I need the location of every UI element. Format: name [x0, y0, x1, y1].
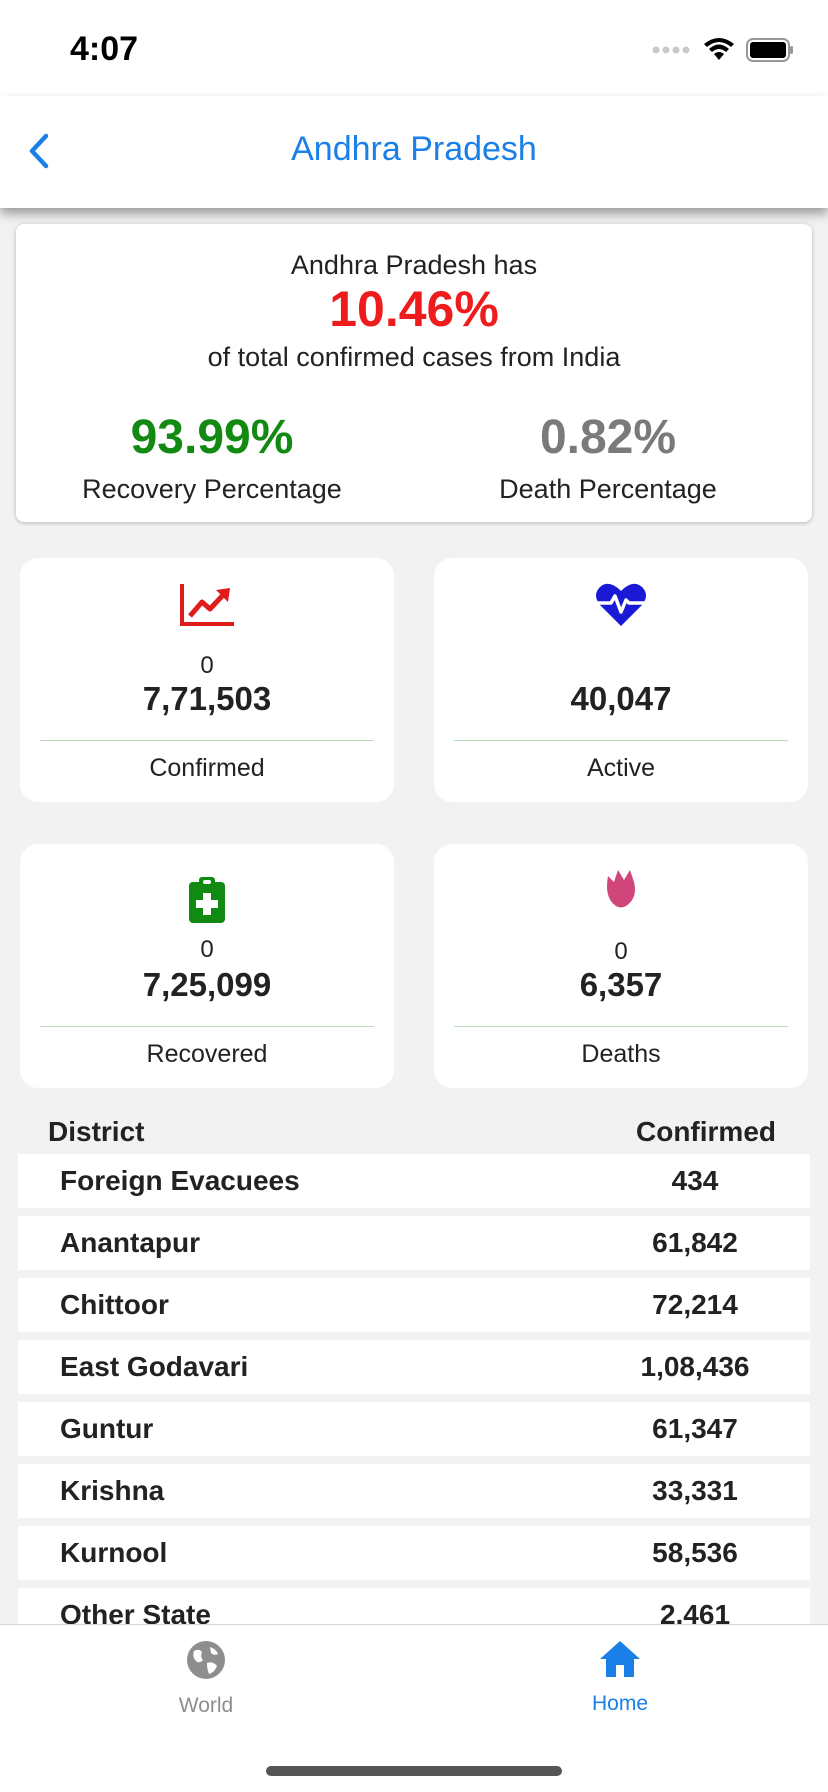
house-icon	[600, 1641, 640, 1677]
table-row[interactable]: Anantapur 61,842	[18, 1216, 810, 1270]
district-confirmed: 1,08,436	[640, 1351, 750, 1382]
cellular-signal-icon	[652, 46, 690, 54]
confirmed-card: 0 7,71,503 Confirmed	[20, 558, 394, 802]
share-of-india-percent: 10.46%	[329, 281, 499, 337]
deaths-label: Deaths	[581, 1040, 661, 1068]
district-name: Other State	[60, 1599, 211, 1624]
recovered-delta: 0	[200, 936, 214, 963]
tab-home-label: Home	[591, 1692, 649, 1715]
district-column-header: District	[48, 1116, 145, 1147]
navigation-bar: Andhra Pradesh	[0, 96, 828, 208]
table-row[interactable]: Kurnool 58,536	[18, 1526, 810, 1580]
district-confirmed: 72,214	[652, 1289, 738, 1320]
wifi-icon	[704, 38, 734, 60]
deaths-delta: 0	[614, 938, 628, 965]
divider	[40, 740, 374, 741]
recovered-value: 7,25,099	[142, 966, 272, 1003]
tab-home[interactable]: Home	[520, 1639, 720, 1716]
confirmed-delta: 0	[200, 652, 214, 679]
table-row[interactable]: Foreign Evacuees 434	[18, 1154, 810, 1208]
tab-world[interactable]: World	[106, 1639, 306, 1718]
district-confirmed: 61,842	[652, 1227, 738, 1258]
recovery-percent: 93.99%	[130, 411, 294, 464]
recovery-label: Recovery Percentage	[82, 474, 342, 504]
district-name: Guntur	[60, 1413, 154, 1444]
state-summary-card: Andhra Pradesh has 10.46% of total confi…	[16, 224, 812, 522]
district-confirmed: 61,347	[652, 1413, 738, 1444]
status-time: 4:07	[70, 30, 139, 68]
district-name: Krishna	[60, 1475, 165, 1506]
death-label: Death Percentage	[499, 474, 717, 504]
district-table-header: District Confirmed	[48, 1116, 776, 1148]
district-name: Kurnool	[60, 1537, 168, 1568]
confirmed-column-header: Confirmed	[636, 1116, 776, 1147]
summary-intro: Andhra Pradesh has	[290, 250, 538, 280]
status-bar: 4:07	[0, 0, 828, 96]
district-confirmed: 434	[671, 1165, 719, 1196]
table-row[interactable]: East Godavari 1,08,436	[18, 1340, 810, 1394]
status-icons	[652, 36, 794, 64]
recovered-card: 0 7,25,099 Recovered	[20, 844, 394, 1088]
district-name: Anantapur	[60, 1227, 200, 1258]
recovered-label: Recovered	[146, 1040, 268, 1068]
table-row[interactable]: Chittoor 72,214	[18, 1278, 810, 1332]
recovery-percentage-block: 93.99% Recovery Percentage	[32, 414, 392, 505]
trend-up-icon	[180, 584, 234, 626]
active-label: Active	[586, 754, 656, 782]
active-card: 40,047 Active	[434, 558, 808, 802]
battery-icon	[746, 38, 793, 62]
divider	[454, 740, 788, 741]
district-confirmed: 58,536	[652, 1537, 738, 1568]
divider	[40, 1026, 374, 1027]
table-row[interactable]: Guntur 61,347	[18, 1402, 810, 1456]
rose-icon	[607, 870, 635, 908]
table-row[interactable]: Other State 2,461	[18, 1588, 810, 1624]
deaths-value: 6,357	[579, 966, 663, 1003]
heartbeat-icon	[596, 583, 646, 626]
table-row[interactable]: Krishna 33,331	[18, 1464, 810, 1518]
death-percentage-block: 0.82% Death Percentage	[428, 414, 788, 505]
page-title: Andhra Pradesh	[291, 130, 537, 168]
summary-caption: of total confirmed cases from India	[207, 342, 621, 372]
deaths-card: 0 6,357 Deaths	[434, 844, 808, 1088]
divider	[454, 1026, 788, 1027]
district-name: Chittoor	[60, 1289, 169, 1320]
active-value: 40,047	[570, 680, 672, 717]
tab-world-label: World	[178, 1694, 234, 1717]
district-confirmed: 2,461	[659, 1599, 731, 1624]
district-confirmed: 33,331	[652, 1475, 738, 1506]
confirmed-label: Confirmed	[149, 754, 265, 782]
district-list[interactable]: Foreign Evacuees 434 Anantapur 61,842 Ch…	[18, 1154, 810, 1624]
confirmed-value: 7,71,503	[142, 680, 272, 717]
medical-clipboard-icon	[189, 877, 225, 923]
home-indicator	[266, 1766, 562, 1776]
district-name: Foreign Evacuees	[60, 1165, 300, 1196]
death-percent: 0.82%	[539, 411, 677, 464]
globe-icon	[187, 1641, 225, 1679]
district-name: East Godavari	[60, 1351, 249, 1382]
